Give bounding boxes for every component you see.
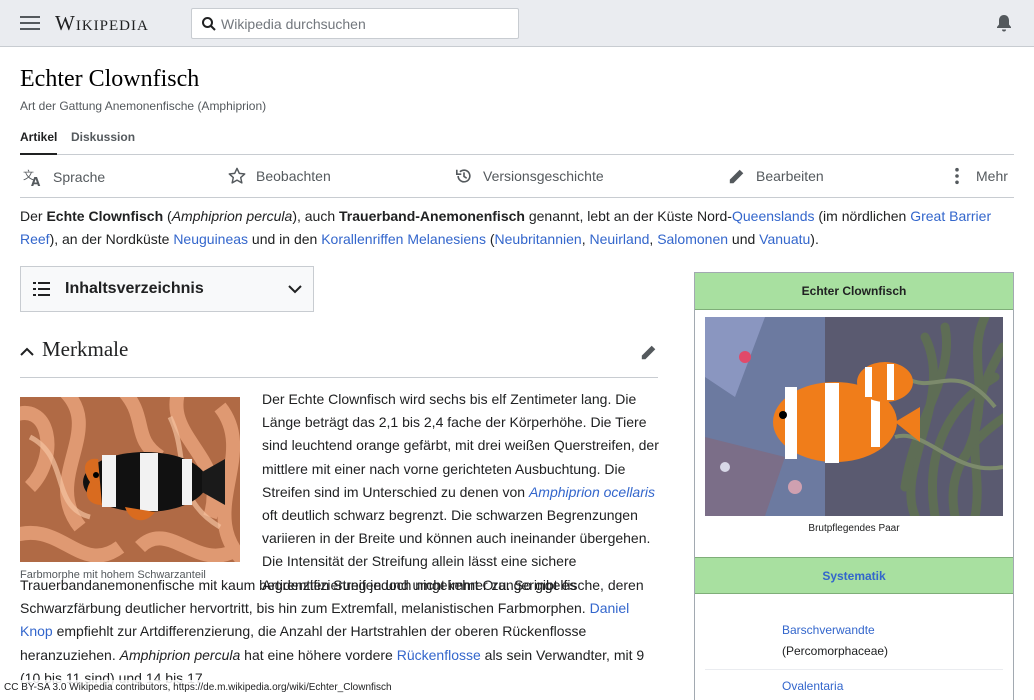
history-button[interactable]: Versionsgeschichte <box>455 167 604 185</box>
link-neuirland[interactable]: Neuirland <box>589 231 649 247</box>
chevron-down-icon <box>288 285 302 294</box>
edit-button[interactable]: Bearbeiten <box>728 167 824 185</box>
section-edit-pencil-icon[interactable] <box>640 343 658 361</box>
lead-text: ), auch <box>292 208 340 224</box>
lead-text: und <box>728 231 760 247</box>
list-icon <box>33 282 50 296</box>
lead-scientific-name: Amphiprion percula <box>171 208 293 224</box>
body-italic-name: Amphiprion percula <box>119 646 241 663</box>
history-icon <box>455 169 471 183</box>
body-text: hat eine höhere vordere <box>240 646 397 663</box>
link-vanuatu[interactable]: Vanuatu <box>759 231 810 247</box>
language-icon: 文 A <box>23 168 41 187</box>
body-text: Trauerbandanemonenfische mit kaum begren… <box>20 577 644 617</box>
lead-paragraph: Der Echte Clownfisch (Amphiprion percula… <box>20 205 1014 251</box>
more-vertical-icon <box>955 167 959 185</box>
license-footer: CC BY-SA 3.0 Wikipedia contributors, htt… <box>0 680 396 696</box>
tab-article[interactable]: Artikel <box>20 130 58 155</box>
link-neubritannien[interactable]: Neubritannien <box>495 231 582 247</box>
taxobox-image-caption: Brutpflegendes Paar <box>808 523 900 534</box>
clownfish-pair-image[interactable] <box>705 317 1003 516</box>
link-amphiprion-ocellaris[interactable]: Amphiprion ocellaris <box>529 484 655 500</box>
namespace-tabs: Artikel Diskussion <box>20 124 1014 155</box>
clownfish-dark-morph-image[interactable] <box>20 397 240 562</box>
notifications-bell-icon[interactable] <box>994 13 1014 33</box>
menu-line <box>20 22 40 24</box>
wikipedia-wordmark[interactable]: Wikipedia <box>55 11 149 36</box>
lead-text: ( <box>163 208 172 224</box>
link-neuguineas[interactable]: Neuguineas <box>173 231 248 247</box>
lead-text: und in den <box>248 231 322 247</box>
clownfish-photo <box>20 397 240 562</box>
lead-text: (im nördlichen <box>814 208 911 224</box>
language-label: Sprache <box>53 169 106 185</box>
lead-text: ( <box>485 231 495 247</box>
top-header: Wikipedia <box>0 0 1034 47</box>
menu-line <box>20 16 40 18</box>
history-label: Versionsgeschichte <box>483 168 604 184</box>
clownfish-pair-photo <box>705 317 1003 516</box>
search-box[interactable] <box>191 8 519 39</box>
taxobox-title: Echter Clownfisch <box>695 273 1013 310</box>
taxobox-row-divider <box>705 669 1003 670</box>
language-button[interactable]: 文 A Sprache <box>23 167 105 187</box>
link-korallenriffen[interactable]: Korallenriffen Melanesiens <box>321 231 486 247</box>
pencil-icon <box>729 169 744 184</box>
percomorphaceae-label: (Percomorphaceae) <box>782 644 889 658</box>
systematik-link[interactable]: Systematik <box>695 557 1013 594</box>
search-input[interactable] <box>221 12 511 35</box>
link-queenslands[interactable]: Queenslands <box>732 208 815 224</box>
body-paragraph-2: Trauerbandanemonenfische mit kaum begren… <box>20 574 660 690</box>
lead-text: ). <box>810 231 819 247</box>
lead-bold-name: Echte Clownfisch <box>46 208 164 224</box>
search-icon <box>202 17 216 31</box>
link-barschverwandte[interactable]: Barschverwandte <box>782 620 875 640</box>
lead-text: Der <box>20 208 47 224</box>
more-label: Mehr <box>976 168 1008 184</box>
lead-text: ), an der Nordküste <box>49 231 174 247</box>
taxobox: Echter Clownfisch Brutpflegendes Paar Sy… <box>694 272 1014 700</box>
watch-button[interactable]: Beobachten <box>228 167 331 185</box>
page-title: Echter Clownfisch <box>20 66 200 92</box>
wordmark-text: Wikipedia <box>55 11 149 35</box>
link-rueckenflosse[interactable]: Rückenflosse <box>397 647 481 663</box>
lead-text: genannt, lebt an der Küste Nord- <box>524 208 732 224</box>
body-paragraph-1: Der Echte Clownfisch wird sechs bis elf … <box>262 388 660 597</box>
section-merkmale-header[interactable]: Merkmale <box>20 333 658 378</box>
star-icon <box>228 167 246 184</box>
page-actions-bar: 文 A Sprache Beobachten Versionsgeschicht… <box>20 155 1014 198</box>
lead-bold-alt-name: Trauerband-Anemonenfisch <box>339 208 525 224</box>
chevron-up-icon <box>20 347 34 356</box>
link-salomonen[interactable]: Salomonen <box>657 231 728 247</box>
tab-discussion[interactable]: Diskussion <box>71 130 135 155</box>
main-menu-button[interactable] <box>18 13 42 33</box>
more-button[interactable]: Mehr <box>948 167 1008 185</box>
edit-label: Bearbeiten <box>756 168 824 184</box>
toc-label: Inhaltsverzeichnis <box>65 280 204 297</box>
link-ovalentaria[interactable]: Ovalentaria <box>782 676 843 696</box>
section-title: Merkmale <box>42 337 129 361</box>
table-of-contents-toggle[interactable]: Inhaltsverzeichnis <box>20 266 314 312</box>
svg-text:A: A <box>31 175 41 187</box>
watch-label: Beobachten <box>256 168 331 184</box>
menu-line <box>20 28 40 30</box>
page-tagline: Art der Gattung Anemonenfische (Amphipri… <box>20 99 267 113</box>
